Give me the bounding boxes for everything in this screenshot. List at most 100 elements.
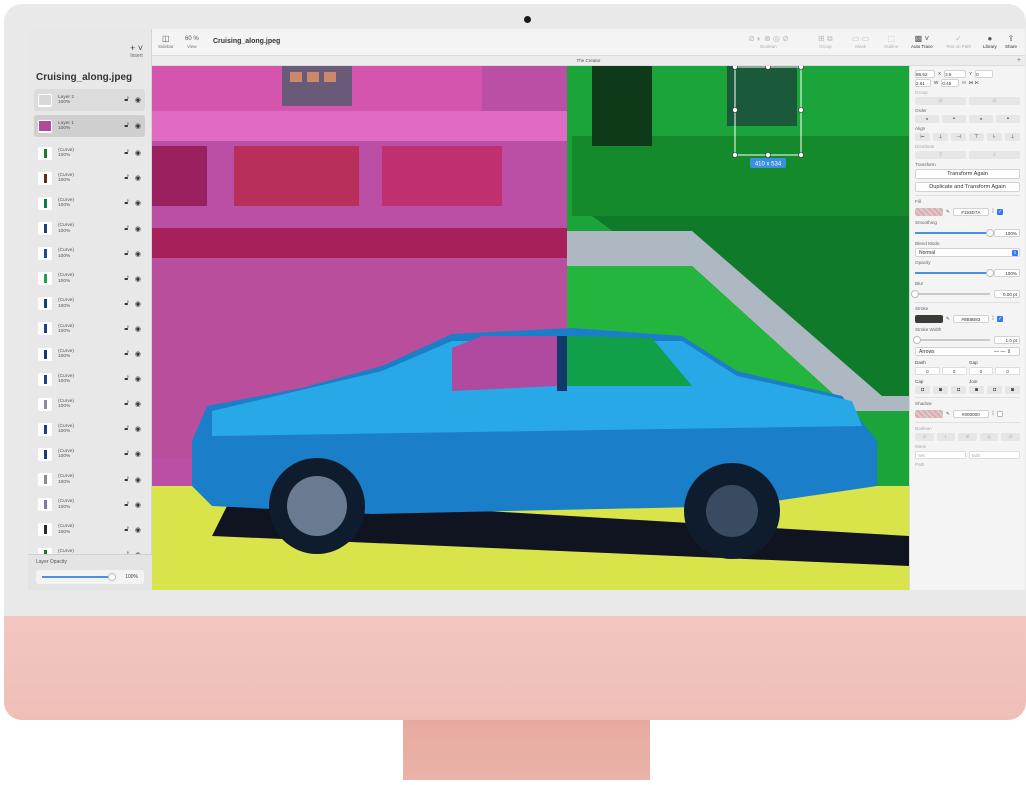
sidebar-toggle-button[interactable]: ◫ Sidebar [158,34,174,49]
blend-mode-select[interactable]: Normal ⇕ [915,248,1020,257]
selection-handle[interactable] [732,152,738,158]
eye-icon[interactable]: ◉ [135,450,141,458]
lock-icon[interactable]: 🔓︎ [124,526,129,534]
distribute-v-icon[interactable]: ≡ [969,151,1020,159]
drawing-canvas[interactable]: 410 x 534 [152,66,909,590]
layer-row[interactable]: (Curve)100% 🔓︎ ◉ [34,417,145,442]
rotation-field[interactable]: 0 [975,69,994,78]
smoothing-value[interactable]: 100% [994,228,1020,237]
lock-icon[interactable]: 🔓︎ [124,300,129,308]
shadow-options-icon[interactable]: ⁑ [992,411,994,417]
layer-row[interactable]: (Curve)100% 🔓︎ ◉ [34,492,145,517]
lock-icon[interactable]: 🔓︎ [124,501,129,509]
stroke-width-slider[interactable] [912,335,990,344]
stroke-swatch[interactable] [915,314,943,323]
group-button[interactable]: ⊞ [915,97,966,105]
lock-icon[interactable]: 🔓︎ [124,149,129,157]
boolean-button[interactable]: ⊘ ◐ ⊗ ◎ ⊘ Boolean [748,34,789,49]
lock-icon[interactable]: 🔓︎ [124,225,129,233]
mask-button[interactable]: ▭ ▭ Mask [852,34,869,49]
ungroup-button[interactable]: ⊟ [969,97,1020,105]
selection-handle[interactable] [732,107,738,113]
dash-field-1[interactable]: 0 [915,367,940,375]
eye-icon[interactable]: ◉ [135,149,141,157]
union-icon[interactable]: ⊘ [915,433,934,441]
outline-button[interactable]: ⬚ Outline [884,34,898,49]
lock-icon[interactable]: 🔓︎ [124,425,129,433]
cap-round-icon[interactable]: ◙ [933,386,948,394]
layer-row[interactable]: (Curve)100% 🔓︎ ◉ [34,517,145,542]
layer-row[interactable]: (Curve)100% 🔓︎ ◉ [34,216,145,241]
blur-value[interactable]: 0.00 pt [994,289,1020,298]
layer-row[interactable]: (Curve)100% 🔓︎ ◉ [34,141,145,166]
flip-icon[interactable]: ⋈ ⋉ [969,80,979,86]
lock-icon[interactable]: 🔓︎ [124,174,129,182]
stroke-hex-field[interactable]: #8B8B83 [952,314,989,323]
layer-row[interactable]: (Curve)100% 🔓︎ ◉ [34,292,145,317]
h-field[interactable]: 0.45 [941,78,960,87]
selection-handle[interactable] [765,66,771,70]
eye-icon[interactable]: ◉ [135,199,141,207]
transform-again-button[interactable]: Transform Again [915,169,1020,179]
group-button[interactable]: ⊞ ⧉ Group [818,34,833,49]
eye-icon[interactable]: ◉ [135,250,141,258]
eye-icon[interactable]: ◉ [135,122,141,130]
layer-row[interactable]: (Curve)100% 🔓︎ ◉ [34,392,145,417]
fill-hex-field[interactable]: #193D7A [952,207,989,216]
lock-icon[interactable]: 🔓︎ [124,375,129,383]
x-field[interactable]: 86.52 [915,69,935,78]
stroke-width-value[interactable]: 1.0 pt [994,335,1020,344]
layer-row[interactable]: (Curve)100% 🔓︎ ◉ [34,342,145,367]
layer-row[interactable]: Layer 2 100% 🔓︎ ◉ [34,89,145,111]
lock-icon[interactable]: 🔓︎ [124,96,129,104]
eye-icon[interactable]: ◉ [135,96,141,104]
lock-icon[interactable]: 🔓︎ [124,350,129,358]
eye-icon[interactable]: ◉ [135,501,141,509]
dash-field-2[interactable]: 0 [968,367,994,375]
eye-icon[interactable]: ◉ [135,225,141,233]
align-bottom-icon[interactable]: ⊥ [1005,133,1020,141]
gap-field-1[interactable]: 0 [941,367,967,375]
cap-butt-icon[interactable]: ◘ [915,386,930,394]
selection-handle[interactable] [732,66,738,70]
insert-button[interactable]: + ˅ Insert [130,43,143,59]
lock-icon[interactable]: 🔓︎ [124,476,129,484]
layer-row[interactable]: (Curve)100% 🔓︎ ◉ [34,266,145,291]
lock-icon[interactable]: 🔓︎ [124,250,129,258]
opacity-slider[interactable] [915,268,994,277]
lock-icon[interactable]: 🔓︎ [124,122,129,130]
selection-handle[interactable] [798,107,804,113]
eye-icon[interactable]: ◉ [135,375,141,383]
subtract-icon[interactable]: ◐ [936,433,956,441]
selection-handle[interactable] [765,152,771,158]
text-on-path-button[interactable]: ✓ Text on Path [946,34,971,49]
layer-row[interactable]: (Curve)100% 🔓︎ ◉ [34,317,145,342]
layer-row[interactable]: (Curve)100% 🔓︎ ◉ [34,467,145,492]
layer-row[interactable]: (Curve)100% 🔓︎ ◉ [34,241,145,266]
arrows-select[interactable]: Arrows — — ⇕ [915,347,1020,356]
send-back-icon[interactable]: ◓ [996,115,1020,123]
gap-field-2[interactable]: 0 [995,367,1020,375]
bring-front-icon[interactable]: ◒ [915,115,939,123]
fill-checkbox[interactable]: ✓ [997,208,1004,215]
eye-icon[interactable]: ◉ [135,275,141,283]
duplicate-transform-button[interactable]: Duplicate and Transform Again [915,182,1020,192]
y-field[interactable]: 3.5 [944,69,967,78]
lock-icon[interactable]: 🔓︎ [124,275,129,283]
align-middle-icon[interactable]: ⊦ [987,133,1002,141]
slider-knob[interactable] [986,268,994,277]
mask-set-field[interactable]: Set [915,451,966,459]
eye-icon[interactable]: ◉ [135,526,141,534]
library-button[interactable]: ● Library [983,34,997,49]
join-round-icon[interactable]: ◘ [987,386,1002,394]
lock-icon[interactable]: 🔓︎ [124,325,129,333]
fill-options-icon[interactable]: ⁑ [992,209,994,215]
canvas-tab[interactable]: The Creator [576,58,600,63]
divide-icon[interactable]: ⊘ [1001,433,1020,441]
eyedropper-icon[interactable]: ✎ [946,209,950,215]
eye-icon[interactable]: ◉ [135,174,141,182]
intersect-icon[interactable]: ⊗ [958,433,977,441]
artwork[interactable]: 410 x 534 [152,66,909,590]
eye-icon[interactable]: ◉ [135,325,141,333]
slider-knob[interactable] [912,335,921,344]
